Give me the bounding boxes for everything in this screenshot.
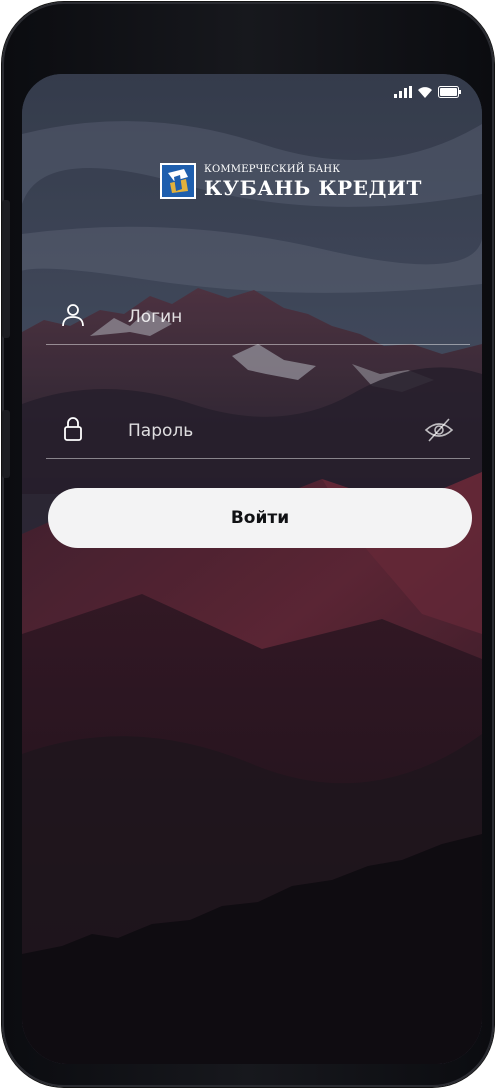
user-icon (62, 304, 84, 327)
logo-title: КУБАНЬ КРЕДИТ (204, 175, 423, 200)
eye-slash-icon[interactable] (424, 416, 454, 444)
battery-icon (438, 86, 461, 98)
bank-logo-icon (160, 163, 196, 199)
wifi-icon (418, 87, 432, 98)
mountain-background (22, 74, 482, 1064)
login-button[interactable]: Войти (48, 488, 472, 548)
phone-frame: КОММЕРЧЕСКИЙ БАНК КУБАНЬ КРЕДИТ Во (2, 2, 494, 1087)
login-input[interactable] (126, 296, 430, 338)
lock-icon (64, 417, 82, 441)
power-button (2, 410, 10, 478)
signal-icon (394, 86, 412, 98)
bank-logo: КОММЕРЧЕСКИЙ БАНК КУБАНЬ КРЕДИТ (160, 163, 422, 199)
status-bar (394, 86, 462, 98)
volume-button (2, 200, 10, 338)
password-input[interactable] (126, 410, 430, 452)
password-field (46, 410, 470, 459)
login-field (46, 296, 470, 345)
logo-subtitle: КОММЕРЧЕСКИЙ БАНК (204, 163, 341, 175)
login-screen: КОММЕРЧЕСКИЙ БАНК КУБАНЬ КРЕДИТ Во (22, 74, 482, 1064)
